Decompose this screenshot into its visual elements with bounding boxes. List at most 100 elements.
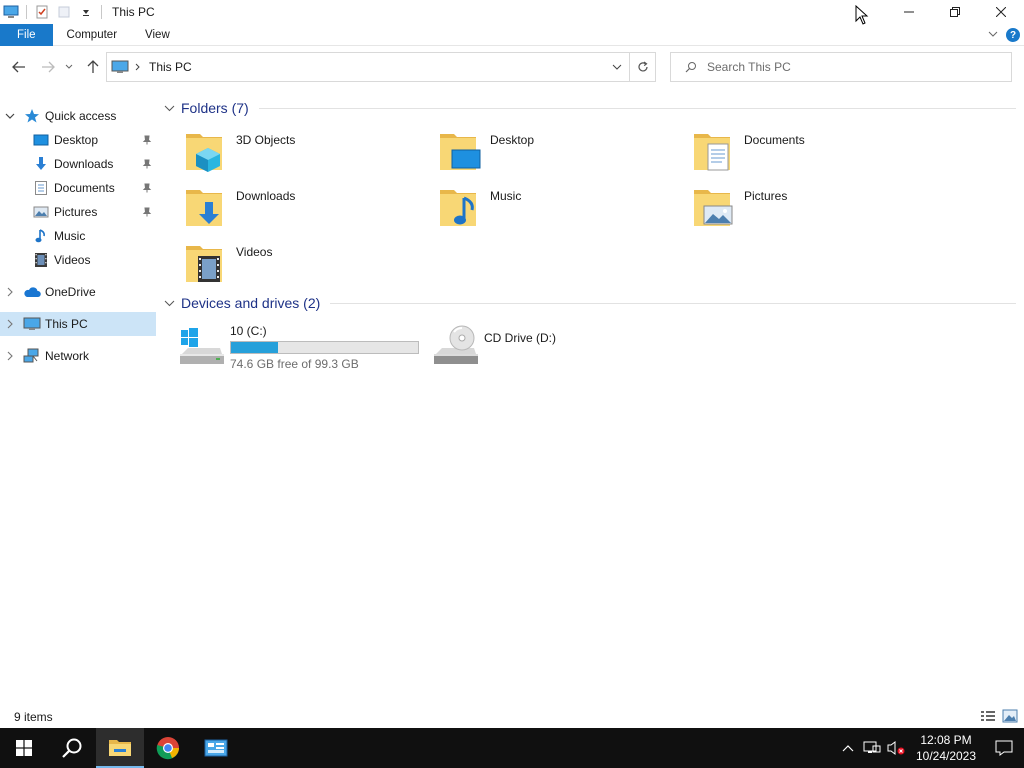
collapsed-chevron-icon[interactable] [3,287,17,297]
restore-button[interactable] [932,0,978,24]
clock[interactable]: 12:08 PM 10/24/2023 [908,732,984,764]
control-panel-icon [204,738,228,758]
breadcrumb-separator-icon[interactable] [135,63,141,71]
recent-locations-chevron-icon[interactable] [60,55,78,79]
show-hidden-icons-chevron-icon[interactable] [836,728,860,768]
search-box[interactable]: Search This PC [670,52,1012,82]
videos-icon [32,251,50,269]
pin-icon[interactable] [142,134,152,148]
notification-center-icon[interactable] [984,728,1024,768]
folder-label: Documents [744,133,805,147]
cloud-icon [23,283,41,301]
file-explorer-icon [108,738,132,758]
network-icon [23,347,41,365]
window-title: This PC [112,5,155,19]
system-tray: 12:08 PM 10/24/2023 [836,728,1024,768]
collapsed-chevron-icon[interactable] [3,319,17,329]
sidebar-item-label: Downloads [54,157,114,171]
new-folder-icon[interactable] [53,0,75,24]
navigation-pane: Quick access Desktop Downloads Documents… [0,100,157,700]
sidebar-item-label: This PC [45,317,88,331]
tab-file[interactable]: File [0,23,53,46]
group-collapse-chevron-icon[interactable] [164,300,175,307]
pin-icon[interactable] [142,182,152,196]
drives-group-header[interactable]: Devices and drives (2) [164,290,1016,316]
sidebar-item-label: Pictures [54,205,98,219]
address-history-chevron-icon[interactable] [605,53,629,81]
properties-icon[interactable] [31,0,53,24]
sidebar-item-music[interactable]: Music [0,224,156,248]
help-icon[interactable]: ? [1006,28,1020,42]
start-button[interactable] [0,728,48,768]
folder-label: Desktop [490,133,535,147]
up-button[interactable] [81,55,105,79]
forward-button[interactable] [36,55,60,79]
folder-documents[interactable]: Documents [692,128,932,178]
sidebar-item-desktop[interactable]: Desktop [0,128,156,152]
sidebar-item-onedrive[interactable]: OneDrive [0,280,156,304]
collapsed-chevron-icon[interactable] [3,351,17,361]
sidebar-item-label: Desktop [54,133,99,147]
pin-icon[interactable] [142,206,152,220]
group-collapse-chevron-icon[interactable] [164,105,175,112]
folder-pictures[interactable]: Pictures [692,184,932,234]
tab-computer[interactable]: Computer [53,24,132,46]
folder-videos-icon [184,240,230,286]
customize-qat-chevron-icon[interactable] [75,0,97,24]
drive-info: 10 (C:) 74.6 GB free of 99.3 GB [230,324,419,374]
folder-pictures-icon [692,184,738,230]
large-icons-view-icon[interactable] [1002,709,1018,726]
windows-drive-icon [178,322,224,368]
sidebar-item-quick-access[interactable]: Quick access [0,104,156,128]
music-icon [32,227,50,245]
expand-ribbon-chevron-icon[interactable] [988,28,998,42]
sidebar-item-label: Videos [54,253,91,267]
folder-desktop-icon [438,128,484,174]
folder-label: 3D Objects [236,133,296,147]
expanded-chevron-icon[interactable] [3,112,17,120]
cd-drive-icon [432,322,478,368]
sidebar-item-documents[interactable]: Documents [0,176,156,200]
search-input[interactable]: Search This PC [707,60,791,74]
sidebar-item-videos[interactable]: Videos [0,248,156,272]
folder-desktop[interactable]: Desktop [438,128,678,178]
back-button[interactable] [7,55,31,79]
folder-3d-objects-icon [184,128,230,174]
drive-d[interactable]: CD Drive (D:) [432,322,556,374]
refresh-button[interactable] [630,52,656,82]
search-button[interactable] [48,728,96,768]
file-explorer-taskbar-button[interactable] [96,728,144,768]
details-view-icon[interactable] [980,709,996,726]
folder-downloads[interactable]: Downloads [184,184,424,234]
address-bar[interactable]: This PC [106,52,630,82]
breadcrumb[interactable]: This PC [149,60,192,74]
sidebar-item-pictures[interactable]: Pictures [0,200,156,224]
quick-access-toolbar [0,0,106,24]
group-title: Devices and drives (2) [181,295,321,311]
minimize-button[interactable] [886,0,932,24]
this-pc-icon [111,60,129,74]
sidebar-item-label: Quick access [45,109,117,123]
tab-view[interactable]: View [131,24,184,46]
sidebar-item-this-pc[interactable]: This PC [0,312,156,336]
computer-icon[interactable] [0,0,22,24]
clock-date: 10/24/2023 [915,749,977,763]
group-title: Folders (7) [181,100,249,116]
network-status-icon[interactable] [860,728,884,768]
drive-c[interactable]: 10 (C:) 74.6 GB free of 99.3 GB [178,322,419,374]
chrome-taskbar-button[interactable] [144,728,192,768]
folder-videos[interactable]: Videos [184,240,424,290]
control-panel-taskbar-button[interactable] [192,728,240,768]
qat-separator [101,5,102,19]
close-button[interactable] [978,0,1024,24]
sidebar-item-downloads[interactable]: Downloads [0,152,156,176]
folder-music[interactable]: Music [438,184,678,234]
volume-muted-icon[interactable] [884,728,908,768]
folders-group-header[interactable]: Folders (7) [164,95,1016,121]
folder-3d-objects[interactable]: 3D Objects [184,128,424,178]
sidebar-item-label: Network [45,349,90,363]
pictures-icon [32,203,50,221]
sidebar-item-network[interactable]: Network [0,344,156,368]
qat-separator [26,5,27,19]
pin-icon[interactable] [142,158,152,172]
